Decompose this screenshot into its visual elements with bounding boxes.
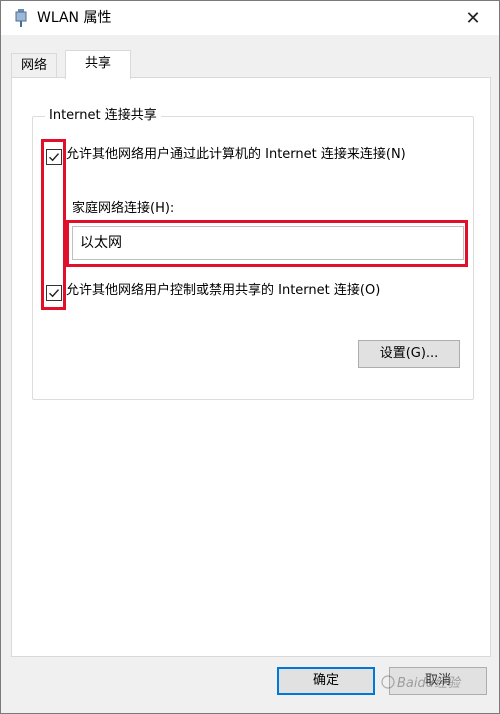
wlan-properties-dialog: WLAN 属性 ✕ 网络 共享 Internet 连接共享 允许其他网络用户通过… xyxy=(0,0,500,714)
network-adapter-icon xyxy=(15,9,27,27)
settings-button[interactable]: 设置(G)... xyxy=(358,340,460,368)
tab-sharing[interactable]: 共享 xyxy=(65,50,131,79)
group-title: Internet 连接共享 xyxy=(45,107,161,125)
home-network-highlight-box xyxy=(66,220,468,267)
window-title: WLAN 属性 xyxy=(37,10,112,26)
allow-control-label[interactable]: 允许其他网络用户控制或禁用共享的 Internet 连接(O) xyxy=(66,282,380,300)
close-button[interactable]: ✕ xyxy=(453,3,493,33)
cancel-button[interactable]: 取消 xyxy=(389,667,487,695)
tab-network[interactable]: 网络 xyxy=(11,53,57,79)
close-icon: ✕ xyxy=(465,7,481,29)
sharing-tab-panel: Internet 连接共享 允许其他网络用户通过此计算机的 Internet 连… xyxy=(11,77,491,657)
title-bar: WLAN 属性 ✕ xyxy=(1,1,499,35)
checkbox-highlight-box xyxy=(41,139,66,310)
home-network-label: 家庭网络连接(H): xyxy=(72,201,175,216)
allow-share-label[interactable]: 允许其他网络用户通过此计算机的 Internet 连接来连接(N) xyxy=(66,146,406,164)
ok-button[interactable]: 确定 xyxy=(277,667,375,695)
